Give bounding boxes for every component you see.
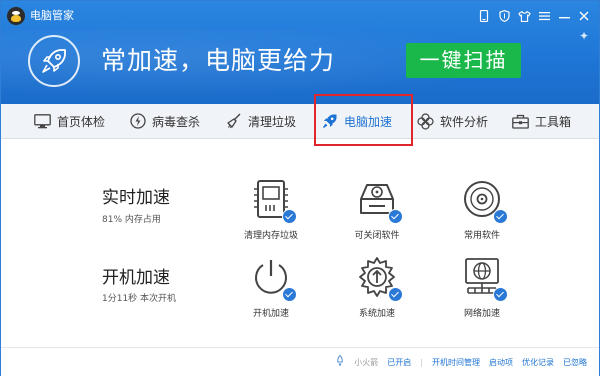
- app-title: 电脑管家: [30, 9, 74, 22]
- header-banner: 电脑管家 ✦ 常加速，电脑更给力 一键扫描: [1, 1, 599, 104]
- tab-toolbox[interactable]: 工具箱: [512, 104, 571, 138]
- tab-clean-junk[interactable]: 清理垃圾: [226, 104, 296, 138]
- checked-badge-icon: [493, 287, 508, 302]
- mini-rocket-label: 小火箭: [354, 357, 379, 367]
- toolbox-icon: [512, 114, 529, 129]
- one-click-scan-button[interactable]: 一键扫描: [406, 43, 521, 78]
- divider: |: [420, 357, 423, 367]
- tab-label: 软件分析: [440, 114, 489, 129]
- title-bar-controls: [475, 7, 593, 25]
- tab-home-checkup[interactable]: 首页体检: [34, 104, 105, 138]
- app-window: 电脑管家 ✦ 常加速，电脑更给力 一键扫描 首页体检 病毒查杀 清理垃圾 电脑加…: [0, 0, 600, 376]
- rocket-badge-icon: [28, 35, 80, 87]
- close-icon[interactable]: [575, 7, 593, 25]
- checked-badge-icon: [282, 209, 297, 224]
- checked-badge-icon: [282, 287, 297, 302]
- checked-badge-icon: [388, 287, 403, 302]
- tab-software-analysis[interactable]: 软件分析: [417, 104, 488, 138]
- common-software-item[interactable]: 常用软件: [437, 177, 527, 242]
- lightning-icon: [130, 113, 146, 129]
- power-icon: [249, 255, 297, 302]
- clean-memory-item[interactable]: 清理内存垃圾: [226, 177, 316, 242]
- mini-rocket-status-link[interactable]: 已开启: [387, 357, 411, 368]
- boot-time-text: 1分11秒 本次开机: [102, 294, 177, 304]
- tab-label: 首页体检: [57, 114, 106, 129]
- page-headline: 常加速，电脑更给力: [101, 46, 336, 75]
- tab-label: 病毒查杀: [152, 114, 201, 129]
- feature-label: 清理内存垃圾: [243, 231, 298, 241]
- globe-network-icon: [460, 255, 508, 302]
- tab-virus-scan[interactable]: 病毒查杀: [130, 104, 200, 138]
- realtime-speedup-title: 实时加速: [102, 188, 170, 208]
- optimization-history-link[interactable]: 优化记录: [522, 357, 554, 368]
- checked-badge-icon: [388, 209, 403, 224]
- startup-speedup-title: 开机加速: [102, 268, 170, 288]
- active-tab-highlight: [314, 94, 413, 146]
- network-speedup-item[interactable]: 网络加速: [437, 255, 527, 320]
- tab-label: 清理垃圾: [248, 114, 297, 129]
- tab-bar: 首页体检 病毒查杀 清理垃圾 电脑加速 软件分析 工具箱: [1, 104, 599, 139]
- closable-software-item[interactable]: 可关闭软件: [332, 177, 422, 242]
- tab-label: 工具箱: [535, 114, 572, 129]
- app-logo-icon: [7, 7, 25, 25]
- sparkle-icon[interactable]: ✦: [577, 29, 591, 43]
- checked-badge-icon: [493, 209, 508, 224]
- footer-bar: 小火箭 已开启 | 开机时间管理 启动项 优化记录 已忽略: [1, 347, 599, 376]
- gear-speed-icon: [355, 255, 403, 302]
- monitor-icon: [34, 113, 51, 129]
- menu-icon[interactable]: [535, 7, 553, 25]
- feature-label: 网络加速: [463, 309, 500, 319]
- feature-label: 系统加速: [358, 309, 395, 319]
- startup-items-link[interactable]: 启动项: [489, 357, 513, 368]
- disk-tray-icon: [355, 177, 403, 224]
- tshirt-icon[interactable]: [515, 7, 533, 25]
- boot-time-manager-link[interactable]: 开机时间管理: [432, 357, 480, 368]
- cd-icon: [460, 177, 508, 224]
- memory-usage-text: 81% 内存占用: [102, 215, 161, 225]
- broom-icon: [226, 113, 242, 129]
- feature-label: 常用软件: [463, 231, 500, 241]
- feature-label: 可关闭软件: [354, 231, 400, 241]
- footer-links: 小火箭 已开启 | 开机时间管理 启动项 优化记录 已忽略: [335, 348, 587, 376]
- ignored-items-link[interactable]: 已忽略: [563, 357, 587, 368]
- startup-speedup-item[interactable]: 开机加速: [226, 255, 316, 320]
- system-speedup-item[interactable]: 系统加速: [332, 255, 422, 320]
- memory-chip-icon: [249, 177, 297, 224]
- minimize-icon[interactable]: [555, 7, 573, 25]
- phone-icon[interactable]: [475, 7, 493, 25]
- feature-label: 开机加速: [252, 309, 289, 319]
- shield-icon[interactable]: [495, 7, 513, 25]
- rocket-flame-icon: [335, 354, 345, 369]
- flower-icon: [417, 112, 434, 130]
